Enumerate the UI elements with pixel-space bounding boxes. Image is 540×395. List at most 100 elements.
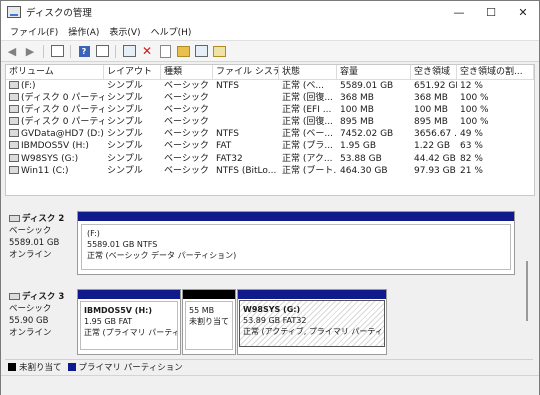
disk-2-label[interactable]: ディスク 2 ベーシック 5589.01 GB オンライン xyxy=(9,213,75,261)
partition-h-line2: 正常 (プライマリ パーティシ xyxy=(84,328,178,337)
disk-3-partition-h[interactable]: IBMDOS5V (H:) 1.95 GB FAT 正常 (プライマリ パーティ… xyxy=(77,289,181,355)
table-row[interactable]: W98SYS (G:) シンプル ベーシック FAT32 正常 (アク... 53.88 … xyxy=(6,153,534,165)
volume-icon xyxy=(9,81,19,89)
cell-text: 正常 (ブート... xyxy=(282,165,337,176)
column-header-capacity[interactable]: 容量 xyxy=(337,65,411,79)
column-header-layout[interactable]: レイアウト xyxy=(104,65,161,79)
column-header-type[interactable]: 種類 xyxy=(161,65,213,79)
cell-capacity: 5589.01 GB xyxy=(337,80,411,92)
cell-layout: シンプル xyxy=(104,116,161,128)
cell-text: 正常 (EFI ... xyxy=(282,105,332,116)
cell-text: 正常 (回復... xyxy=(282,93,333,104)
table-row[interactable]: (ディスク 0 パーティシ...シンプル ベーシック 正常 (回復... 895 MB… xyxy=(6,116,534,128)
table-row[interactable]: (ディスク 0 パーティシ...シンプル ベーシック 正常 (EFI ... 100 … xyxy=(6,104,534,116)
column-header-free-percent[interactable]: 空き領域の割... xyxy=(457,65,534,79)
explore-icon[interactable] xyxy=(194,44,208,58)
close-button[interactable]: ✕ xyxy=(507,1,539,23)
partition-g-title: W98SYS (G:) xyxy=(243,305,301,314)
cell-capacity: 368 MB xyxy=(337,92,411,104)
cell-text: ベーシック xyxy=(164,81,209,91)
cell-type: ベーシック xyxy=(161,116,213,128)
cell-free-percent: 100 % xyxy=(457,116,534,128)
cell-text: ベーシック xyxy=(164,141,209,152)
cell-text: 97.93 GB xyxy=(414,165,456,176)
cell-free-percent: 49 % xyxy=(457,128,534,140)
primary-partition-swatch xyxy=(67,363,76,371)
status-bar xyxy=(1,375,539,395)
legend: 未割り当て プライマリ パーティション xyxy=(5,359,533,374)
partition-f-title: (F:) xyxy=(87,229,100,238)
cell-status: 正常 (アク... xyxy=(279,153,337,165)
partition-primary-bar xyxy=(238,290,386,299)
cell-free-space: 368 MB xyxy=(411,92,457,104)
check-properties-icon[interactable] xyxy=(158,44,172,58)
console-tree-icon[interactable] xyxy=(50,44,64,58)
minimize-button[interactable]: — xyxy=(443,1,475,23)
graphical-view-scrollbar[interactable] xyxy=(526,211,530,351)
table-row[interactable]: (ディスク 0 パーティシ...シンプル ベーシック 正常 (回復... 368 MB… xyxy=(6,92,534,104)
column-header-volume[interactable]: ボリューム xyxy=(6,65,104,79)
forward-arrow-icon[interactable]: ▶ xyxy=(23,44,37,58)
column-header-filesystem[interactable]: ファイル システム xyxy=(213,65,279,79)
cell-volume: (F:) xyxy=(6,80,104,92)
delete-icon[interactable]: ✕ xyxy=(140,44,154,58)
cell-text: 5589.01 GB xyxy=(340,81,394,91)
menu-action[interactable]: 操作(A) xyxy=(63,25,104,38)
disk-management-window: ディスクの管理 — ☐ ✕ ファイル(F) 操作(A) 表示(V) ヘルプ(H)… xyxy=(0,0,540,395)
cell-capacity: 7452.02 GB xyxy=(337,128,411,140)
cell-volume: GVData@HD7 (D:) xyxy=(6,128,104,140)
table-row[interactable]: IBMDOS5V (H:) シンプル ベーシック FAT 正常 (プラ... 1.95 G… xyxy=(6,140,534,152)
cell-text: IBMDOS5V (H:) xyxy=(21,141,89,152)
cell-text: シンプル xyxy=(107,153,143,164)
back-arrow-icon[interactable]: ◀ xyxy=(5,44,19,58)
cell-text: NTFS xyxy=(216,81,239,91)
cell-text: シンプル xyxy=(107,81,143,91)
cell-capacity: 895 MB xyxy=(337,116,411,128)
cell-free-percent: 100 % xyxy=(457,104,534,116)
volume-icon xyxy=(9,105,19,114)
disk-3-partition-g[interactable]: W98SYS (G:) 53.89 GB FAT32 正常 (アクティブ, プラ… xyxy=(237,289,387,355)
disk-3-unallocated[interactable]: 55 MB 未割り当て xyxy=(182,289,236,355)
cell-text: シンプル xyxy=(107,117,143,128)
cell-filesystem: FAT xyxy=(213,140,279,152)
disk-management-app-icon xyxy=(7,6,21,18)
maximize-button[interactable]: ☐ xyxy=(475,1,507,23)
disk-icon xyxy=(9,215,20,222)
disk-2-partition-f[interactable]: (F:) 5589.01 GB NTFS 正常 (ベーシック データ パーティシ… xyxy=(77,211,515,275)
format-icon[interactable] xyxy=(212,44,226,58)
cell-text: 正常 (アク... xyxy=(282,153,333,164)
menu-view[interactable]: 表示(V) xyxy=(104,25,145,38)
properties-icon[interactable] xyxy=(95,44,109,58)
unallocated-swatch xyxy=(8,363,16,371)
cell-text: (ディスク 0 パーティシ... xyxy=(21,117,104,128)
menu-help[interactable]: ヘルプ(H) xyxy=(146,25,197,38)
connect-drive-icon[interactable] xyxy=(122,44,136,58)
disk-3-label[interactable]: ディスク 3 ベーシック 55.90 GB オンライン xyxy=(9,291,75,339)
cell-capacity: 1.95 GB xyxy=(337,140,411,152)
cell-text: ベーシック xyxy=(164,153,209,164)
volume-icon xyxy=(9,117,19,126)
table-row[interactable]: Win11 (C:) シンプル ベーシック NTFS (BitLo... 正常 (ブート… xyxy=(6,165,534,177)
legend-unallocated: 未割り当て xyxy=(19,363,62,373)
cell-type: ベーシック xyxy=(161,80,213,92)
cell-volume: (ディスク 0 パーティシ... xyxy=(6,116,104,128)
table-row[interactable]: GVData@HD7 (D:) シンプル ベーシック NTFS 正常 (ベー... 745… xyxy=(6,128,534,140)
cell-text: 100 % xyxy=(460,93,489,104)
help-icon[interactable]: ? xyxy=(77,44,91,58)
table-row[interactable]: (F:) シンプル ベーシック NTFS 正常 (ベ... 5589.01 GB 651.9… xyxy=(6,80,534,92)
partition-f-body: (F:) 5589.01 GB NTFS 正常 (ベーシック データ パーティシ… xyxy=(81,224,511,270)
cell-free-space: 97.93 GB xyxy=(411,165,457,177)
unallocated-size: 55 MB xyxy=(189,306,215,315)
scrollbar-thumb[interactable] xyxy=(526,261,528,321)
cell-text: 12 % xyxy=(460,81,483,91)
partition-h-line1: 1.95 GB FAT xyxy=(84,317,133,326)
cell-filesystem xyxy=(213,116,279,128)
column-header-status[interactable]: 状態 xyxy=(279,65,337,79)
column-header-free-space[interactable]: 空き領域 xyxy=(411,65,457,79)
menu-file[interactable]: ファイル(F) xyxy=(5,25,63,38)
cell-status: 正常 (ベ... xyxy=(279,80,337,92)
open-folder-icon[interactable] xyxy=(176,44,190,58)
cell-layout: シンプル xyxy=(104,92,161,104)
cell-text: (ディスク 0 パーティシ... xyxy=(21,105,104,116)
cell-text: 21 % xyxy=(460,165,483,176)
